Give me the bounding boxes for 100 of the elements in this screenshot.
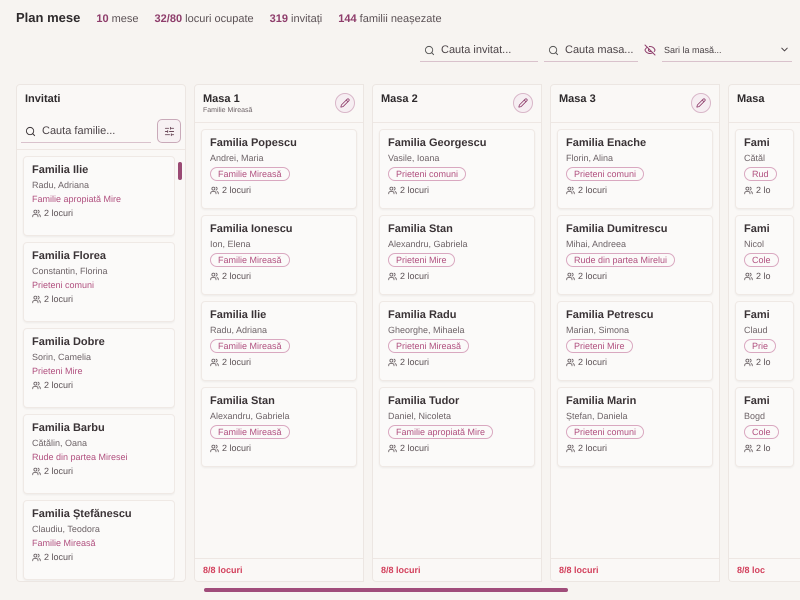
family-members: Nicol [744,239,766,249]
scrollbar[interactable] [204,588,568,592]
sliders-icon [164,126,174,136]
jump-select[interactable]: Sari la masă... [662,38,792,62]
family-card[interactable]: Fami Nicol Cole 2 lo [735,215,794,295]
family-card[interactable]: Familia Dumitrescu Mihai, Andreea Rude din partea Mirelui 2 locuri [557,215,713,295]
family-card[interactable]: Fami Bogd Cole 2 lo [735,387,794,467]
people-icon [566,444,575,452]
family-name: Familia Barbu [32,422,106,434]
family-card[interactable]: Familia Ilie Radu, Adriana Familie apropiată Mire 2 locuri [23,156,175,236]
occupancy-label: 8/8 locuri [551,558,719,581]
family-card[interactable]: Familia Stan Alexandru, Gabriela Prieteni Mire 2 locuri [379,215,535,295]
group-tag: Cole [744,253,779,267]
family-members: Florin, Alina [566,153,614,163]
search-icon [25,126,36,137]
occupancy-label: 8/8 loc [729,558,800,581]
group-tag: Familie Mireasă [210,425,290,439]
group-tag: Rude din partea Mirelui [566,253,676,267]
group-label: Rude din partea Miresei [32,452,129,462]
seats-count: 2 locuri [388,185,526,195]
family-members: Alexandru, Gabriela [388,239,469,249]
family-members: Claudiu, Teodora [32,524,101,534]
people-icon [210,186,219,194]
guest-search-field[interactable]: Cauta invitat... [420,38,538,62]
edit-button[interactable] [513,93,533,113]
family-name: Familia Stan [388,223,454,235]
family-members: Alexandru, Gabriela [210,411,291,421]
group-tag: Familie apropiată Mire [388,425,494,439]
table-search-field[interactable]: Cauta masa... [544,38,638,62]
family-card[interactable]: Familia Dobre Sorin, Camelia Prieteni Mire 2 locuri [23,328,175,408]
family-name: Fami [744,309,771,321]
family-card[interactable]: Familia Florea Constantin, Florina Prieteni comuni 2 locuri [23,242,175,322]
family-card[interactable]: Familia Tudor Daniel, Nicoleta Familie apropiată Mire 2 locuri [379,387,535,467]
group-label: Familie Mireasă [32,538,97,548]
family-card[interactable]: Familia Barbu Cătălin, Oana Rude din partea Miresei 2 locuri [23,414,175,494]
page-title: Plan mese [16,10,80,25]
family-name: Familia Ilie [210,309,268,321]
family-members: Cătălin, Oana [32,438,88,448]
family-card[interactable]: Familia Popescu Andrei, Maria Familie Mireasă 2 locuri [201,129,357,209]
family-name: Familia Stan [210,395,276,407]
eye-off-icon[interactable] [644,44,656,56]
search-icon [424,45,435,56]
family-card[interactable]: Familia Ilie Radu, Adriana Familie Mireasă 2 locuri [201,301,357,381]
family-card[interactable]: Fami Cătăl Rud 2 lo [735,129,794,209]
seats-count: 2 locuri [32,552,166,562]
family-name: Familia Georgescu [388,137,488,149]
seats-count: 2 locuri [388,443,526,453]
family-name: Familia Popescu [210,137,298,149]
stat-text: 10 mese [96,13,139,25]
stat-text: 319 invitați [270,13,322,25]
edit-button[interactable] [335,93,355,113]
seats-count: 2 locuri [566,185,704,195]
family-members: Ion, Elena [210,239,252,249]
seats-count: 2 locuri [32,208,166,218]
seats-count: 2 locuri [566,357,704,367]
edit-button[interactable] [691,93,711,113]
family-name: Familia Dobre [32,336,106,348]
seats-count: 2 locuri [210,357,348,367]
family-members: Cătăl [744,153,766,163]
filter-button[interactable] [157,119,181,143]
family-card[interactable]: Familia Enache Florin, Alina Prieteni comuni 2 locuri [557,129,713,209]
family-name: Fami [744,395,771,407]
family-card[interactable]: Familia Georgescu Vasile, Ioana Prieteni comuni 2 locuri [379,129,535,209]
family-card[interactable]: Familia Radu Gheorghe, Mihaela Prieteni Mireasă 2 locuri [379,301,535,381]
family-card[interactable]: Fami Claud Prie 2 lo [735,301,794,381]
family-members: Gheorghe, Mihaela [388,325,466,335]
group-tag: Prieteni comuni [566,425,644,439]
table-title: Masa [737,93,765,105]
people-icon [388,272,397,280]
family-card[interactable]: Familia Ionescu Ion, Elena Familie Mireasă 2 locuri [201,215,357,295]
family-card[interactable]: Familia Marin Ștefan, Daniela Prieteni comuni 2 locuri [557,387,713,467]
people-icon [744,272,753,280]
family-members: Constantin, Florina [32,266,109,276]
family-name: Familia Tudor [388,395,460,407]
group-tag: Rud [744,167,777,181]
people-icon [744,444,753,452]
people-icon [32,208,41,218]
family-card[interactable]: Familia Stan Alexandru, Gabriela Familie Mireasă 2 locuri [201,387,357,467]
group-label: Prieteni Mire [32,366,84,376]
table-title: Masa 2 [381,93,418,105]
people-icon [32,380,41,390]
seats-count: 2 locuri [210,185,348,195]
group-tag: Prie [744,339,776,353]
group-tag: Prieteni Mireasă [388,339,470,353]
family-members: Daniel, Nicoleta [388,411,452,421]
table-title: Masa 3 [559,93,596,105]
occupancy-label: 8/8 locuri [195,558,363,581]
family-card[interactable]: Familia Ștefănescu Claudiu, Teodora Familie Mireasă 2 locuri [23,500,175,580]
people-icon [566,358,575,366]
family-name: Fami [744,223,771,235]
group-tag: Prieteni Mire [388,253,455,267]
seats-count: 2 locuri [566,443,704,453]
people-icon [566,186,575,194]
family-search-field[interactable]: Cauta familie... [21,119,151,143]
people-icon [210,358,219,366]
search-icon [548,45,559,56]
family-card[interactable]: Familia Petrescu Marian, Simona Prieteni Mire 2 locuri [557,301,713,381]
table-title: Masa 1 [203,93,241,105]
group-label: Familie apropiată Mire [32,194,122,204]
seats-count: 2 locuri [32,466,166,476]
